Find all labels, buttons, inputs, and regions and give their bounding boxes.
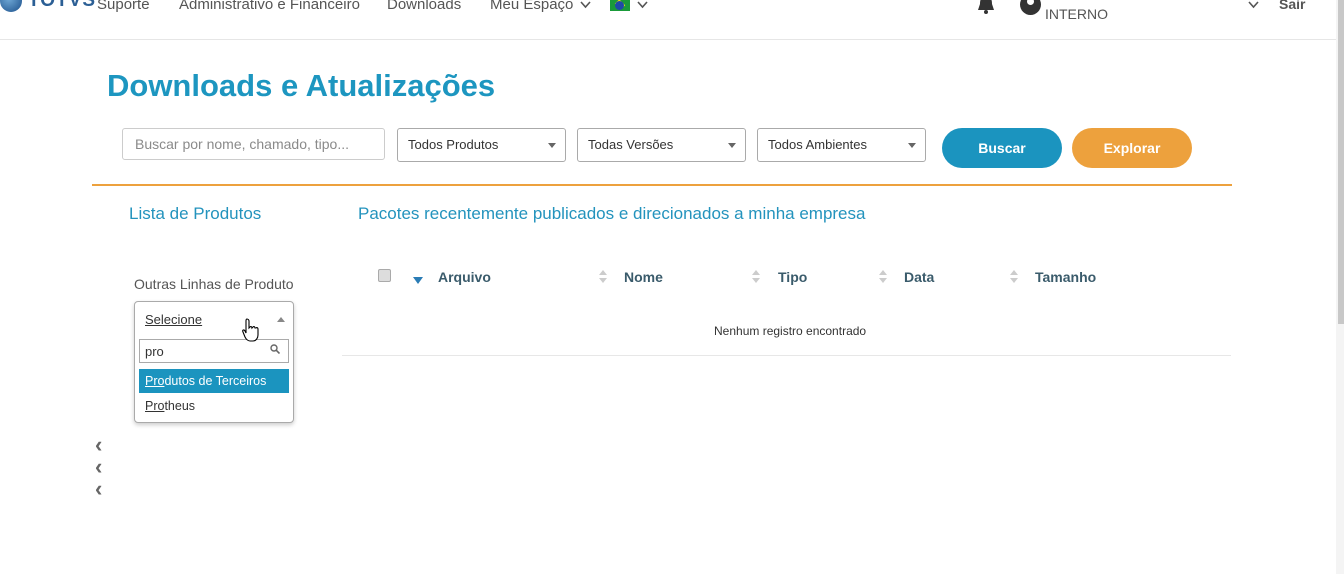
search-icon <box>270 344 280 354</box>
option-match: Pro <box>145 374 165 388</box>
column-header-tipo[interactable]: Tipo <box>778 269 807 285</box>
versions-select[interactable]: Todas Versões <box>577 128 746 162</box>
chevron-down-icon[interactable] <box>1248 1 1259 9</box>
sort-icon[interactable] <box>752 270 760 284</box>
scrollbar-thumb[interactable] <box>1338 0 1344 324</box>
explore-button[interactable]: Explorar <box>1072 128 1192 168</box>
dropdown-option[interactable]: Protheus <box>139 394 289 418</box>
column-header-nome[interactable]: Nome <box>624 269 663 285</box>
nav-item-meu-espaco[interactable]: Meu Espaço <box>490 0 573 13</box>
sort-icon[interactable] <box>1010 270 1018 284</box>
other-lines-label: Outras Linhas de Produto <box>134 276 294 292</box>
product-list-title: Lista de Produtos <box>129 204 262 223</box>
table-bottom-border <box>342 355 1231 356</box>
chevron-left-icon[interactable]: ‹ <box>95 456 102 478</box>
column-header-arquivo[interactable]: Arquivo <box>438 269 491 285</box>
products-select[interactable]: Todos Produtos <box>397 128 566 162</box>
option-match: Pro <box>145 399 165 413</box>
products-select-value: Todos Produtos <box>408 137 499 152</box>
option-rest: theus <box>164 399 196 413</box>
caret-up-icon[interactable] <box>277 317 285 322</box>
chevron-down-icon[interactable] <box>580 1 591 9</box>
versions-select-value: Todas Versões <box>588 137 674 152</box>
sort-desc-icon[interactable] <box>413 277 423 284</box>
totvs-logo[interactable]: TOTVS <box>0 0 96 12</box>
hand-cursor-icon <box>242 318 259 342</box>
chevron-left-icon[interactable]: ‹ <box>95 434 102 456</box>
dropdown-search-input[interactable] <box>139 339 289 363</box>
logo-text: TOTVS <box>28 0 96 11</box>
select-all-checkbox[interactable] <box>378 269 391 282</box>
environments-select-value: Todos Ambientes <box>768 137 868 152</box>
option-rest: dutos de Terceiros <box>164 374 267 388</box>
dropdown-selected[interactable]: Selecione <box>145 312 202 327</box>
product-line-dropdown[interactable]: Selecione Produtos de Terceiros Protheus <box>134 301 294 423</box>
column-header-data[interactable]: Data <box>904 269 934 285</box>
nav-item-suporte[interactable]: Suporte <box>97 0 150 13</box>
chevron-left-icon[interactable]: ‹ <box>95 478 102 500</box>
top-navbar: TOTVS Suporte Administrativo e Financeir… <box>0 0 1336 40</box>
environments-select[interactable]: Todos Ambientes <box>757 128 926 162</box>
column-header-tamanho[interactable]: Tamanho <box>1035 269 1096 285</box>
bell-icon[interactable] <box>976 0 996 14</box>
nav-item-downloads[interactable]: Downloads <box>387 0 461 13</box>
nav-item-administrativo[interactable]: Administrativo e Financeiro <box>179 0 360 13</box>
search-input[interactable] <box>122 128 385 160</box>
sort-icon[interactable] <box>599 270 607 284</box>
chevron-down-icon[interactable] <box>637 1 648 9</box>
collapse-arrows[interactable]: ‹ ‹ ‹ <box>95 434 102 500</box>
logout-link[interactable]: Sair <box>1279 0 1305 12</box>
caret-down-icon <box>548 143 556 148</box>
user-icon[interactable] <box>1020 0 1041 15</box>
caret-down-icon <box>908 143 916 148</box>
section-divider <box>92 184 1232 186</box>
caret-down-icon <box>728 143 736 148</box>
sort-icon[interactable] <box>879 270 887 284</box>
user-name[interactable]: INTERNO <box>1045 6 1108 22</box>
search-button[interactable]: Buscar <box>942 128 1062 168</box>
empty-table-message: Nenhum registro encontrado <box>714 324 867 338</box>
flag-globe <box>615 1 624 10</box>
logo-icon <box>0 0 22 12</box>
dropdown-option[interactable]: Produtos de Terceiros <box>139 369 289 393</box>
recent-packages-title: Pacotes recentemente publicados e direci… <box>358 204 866 223</box>
page-title: Downloads e Atualizações <box>107 68 496 103</box>
